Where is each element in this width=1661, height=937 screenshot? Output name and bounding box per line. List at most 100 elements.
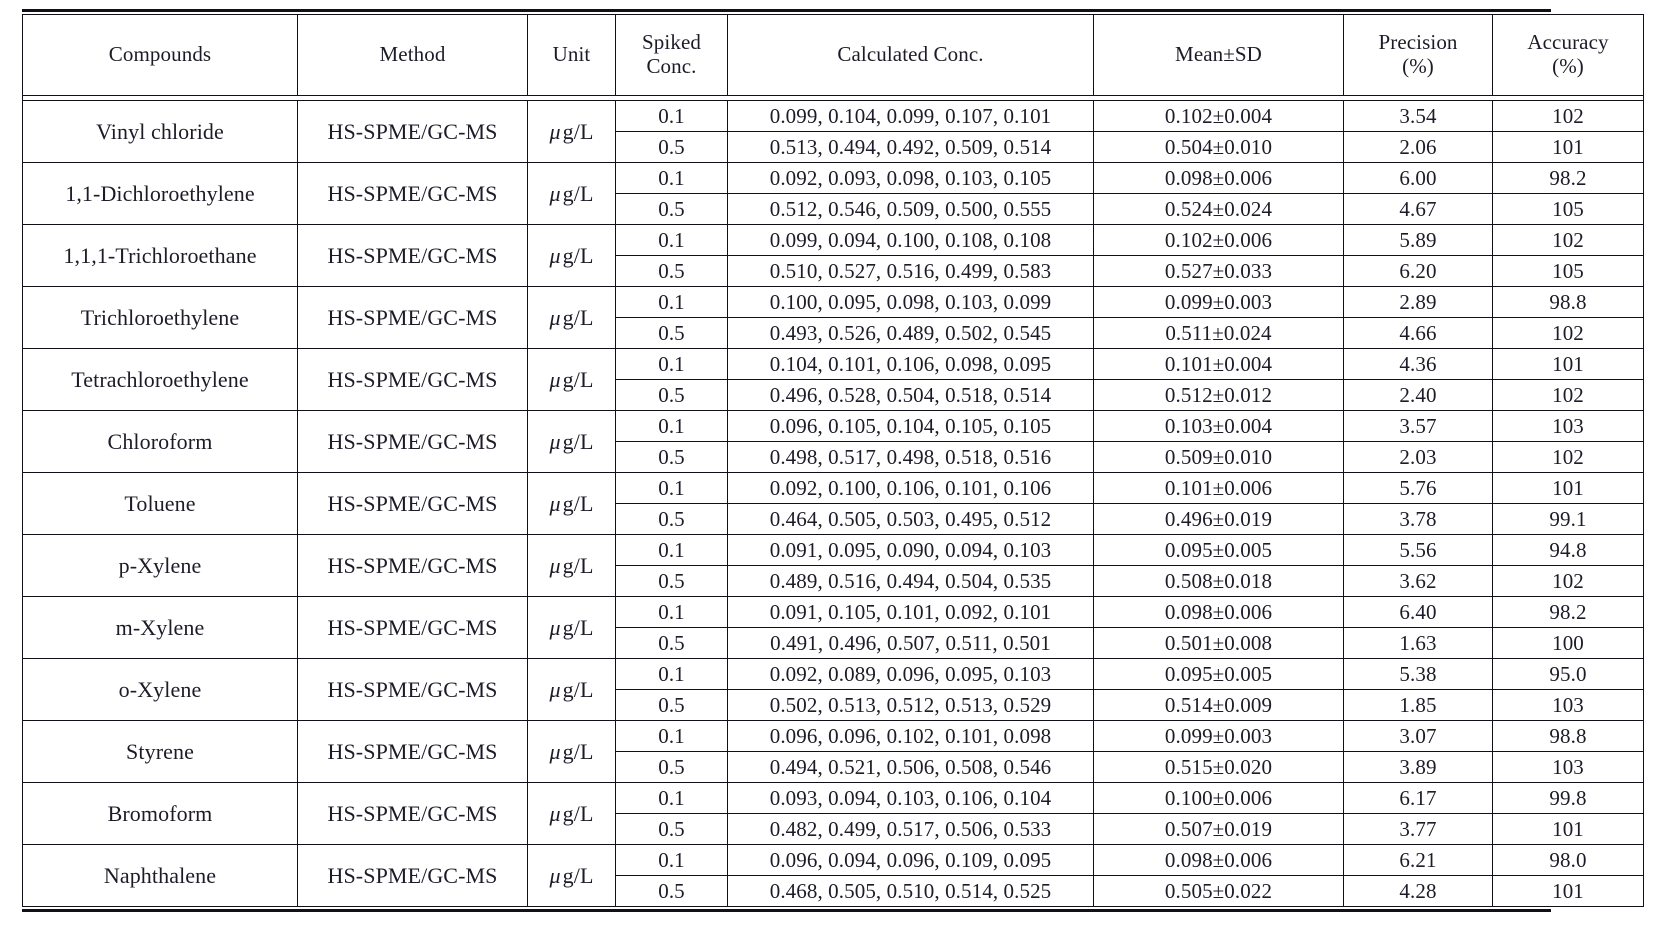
cell-mean-sd: 0.527±0.033 bbox=[1093, 255, 1344, 287]
column-header-calculated-conc-label: Calculated Conc. bbox=[837, 42, 984, 67]
table-row: 1,1,1-Trichloroethane HS-SPME/GC-MS μg/L 0.… bbox=[22, 224, 1644, 287]
cell-unit-value: g/L bbox=[562, 242, 594, 268]
cell-compound: Naphthalene bbox=[22, 844, 298, 907]
cell-unit-value: g/L bbox=[562, 428, 594, 454]
cell-mean-sd: 0.512±0.012 bbox=[1093, 379, 1344, 411]
cell-precision: 3.54 bbox=[1343, 100, 1493, 132]
column-header-compounds: Compounds bbox=[22, 14, 298, 96]
micro-symbol-icon: μ bbox=[549, 552, 561, 578]
cell-accuracy: 98.2 bbox=[1492, 162, 1644, 194]
cell-spiked-conc: 0.5 bbox=[615, 627, 728, 659]
table-row: p-Xylene HS-SPME/GC-MS μg/L 0.1 0.091, 0.095… bbox=[22, 534, 1644, 597]
table-body: Vinyl chloride HS-SPME/GC-MS μg/L 0.1 0.099,… bbox=[22, 100, 1644, 907]
cell-spiked-conc: 0.5 bbox=[615, 255, 728, 287]
cell-precision: 3.89 bbox=[1343, 751, 1493, 783]
cell-calculated-conc: 0.491, 0.496, 0.507, 0.511, 0.501 bbox=[727, 627, 1094, 659]
cell-spiked-conc: 0.5 bbox=[615, 317, 728, 349]
cell-unit-value: g/L bbox=[562, 180, 594, 206]
cell-spiked-conc: 0.5 bbox=[615, 441, 728, 473]
cell-unit: μg/L bbox=[527, 658, 616, 721]
cell-calculated-conc: 0.489, 0.516, 0.494, 0.504, 0.535 bbox=[727, 565, 1094, 597]
cell-calculated-conc: 0.498, 0.517, 0.498, 0.518, 0.516 bbox=[727, 441, 1094, 473]
cell-accuracy: 99.1 bbox=[1492, 503, 1644, 535]
table-outer-rule: Compounds Method Unit Spiked Conc. Calcu… bbox=[22, 9, 1644, 912]
cell-mean-sd: 0.099±0.003 bbox=[1093, 720, 1344, 752]
cell-unit: μg/L bbox=[527, 224, 616, 287]
cell-precision: 1.63 bbox=[1343, 627, 1493, 659]
cell-mean-sd: 0.524±0.024 bbox=[1093, 193, 1344, 225]
cell-unit-value: g/L bbox=[562, 676, 594, 702]
cell-calculated-conc: 0.100, 0.095, 0.098, 0.103, 0.099 bbox=[727, 286, 1094, 318]
micro-symbol-icon: μ bbox=[549, 738, 561, 764]
cell-method: HS-SPME/GC-MS bbox=[297, 410, 528, 473]
cell-precision: 1.85 bbox=[1343, 689, 1493, 721]
cell-precision: 6.00 bbox=[1343, 162, 1493, 194]
cell-unit-value: g/L bbox=[562, 490, 594, 516]
cell-mean-sd: 0.101±0.004 bbox=[1093, 348, 1344, 380]
cell-method: HS-SPME/GC-MS bbox=[297, 782, 528, 845]
cell-spiked-conc: 0.1 bbox=[615, 658, 728, 690]
cell-precision: 2.89 bbox=[1343, 286, 1493, 318]
cell-calculated-conc: 0.513, 0.494, 0.492, 0.509, 0.514 bbox=[727, 131, 1094, 163]
cell-calculated-conc: 0.464, 0.505, 0.503, 0.495, 0.512 bbox=[727, 503, 1094, 535]
cell-accuracy: 103 bbox=[1492, 689, 1644, 721]
cell-mean-sd: 0.098±0.006 bbox=[1093, 596, 1344, 628]
micro-symbol-icon: μ bbox=[549, 490, 561, 516]
cell-spiked-conc: 0.5 bbox=[615, 131, 728, 163]
cell-precision: 5.38 bbox=[1343, 658, 1493, 690]
validation-results-table: Compounds Method Unit Spiked Conc. Calcu… bbox=[22, 14, 1644, 907]
cell-mean-sd: 0.507±0.019 bbox=[1093, 813, 1344, 845]
column-header-accuracy: Accuracy (%) bbox=[1492, 14, 1644, 96]
column-header-unit: Unit bbox=[527, 14, 616, 96]
cell-unit-value: g/L bbox=[562, 366, 594, 392]
column-header-precision-label: Precision bbox=[1378, 30, 1458, 55]
cell-spiked-conc: 0.1 bbox=[615, 348, 728, 380]
cell-accuracy: 102 bbox=[1492, 100, 1644, 132]
cell-accuracy: 102 bbox=[1492, 379, 1644, 411]
cell-unit-value: g/L bbox=[562, 862, 594, 888]
cell-unit: μg/L bbox=[527, 286, 616, 349]
column-header-spiked-conc-sublabel: Conc. bbox=[646, 54, 697, 78]
cell-mean-sd: 0.095±0.005 bbox=[1093, 658, 1344, 690]
cell-compound: p-Xylene bbox=[22, 534, 298, 597]
cell-precision: 3.07 bbox=[1343, 720, 1493, 752]
cell-method: HS-SPME/GC-MS bbox=[297, 286, 528, 349]
column-header-precision-sublabel: (%) bbox=[1402, 54, 1434, 78]
cell-mean-sd: 0.514±0.009 bbox=[1093, 689, 1344, 721]
cell-accuracy: 98.0 bbox=[1492, 844, 1644, 876]
cell-compound: Bromoform bbox=[22, 782, 298, 845]
cell-mean-sd: 0.102±0.006 bbox=[1093, 224, 1344, 256]
cell-accuracy: 105 bbox=[1492, 255, 1644, 287]
cell-spiked-conc: 0.5 bbox=[615, 565, 728, 597]
cell-method: HS-SPME/GC-MS bbox=[297, 720, 528, 783]
cell-precision: 2.06 bbox=[1343, 131, 1493, 163]
micro-symbol-icon: μ bbox=[549, 242, 561, 268]
cell-unit: μg/L bbox=[527, 348, 616, 411]
cell-method: HS-SPME/GC-MS bbox=[297, 534, 528, 597]
cell-unit: μg/L bbox=[527, 844, 616, 907]
cell-compound: 1,1,1-Trichloroethane bbox=[22, 224, 298, 287]
cell-accuracy: 98.2 bbox=[1492, 596, 1644, 628]
cell-accuracy: 101 bbox=[1492, 131, 1644, 163]
cell-accuracy: 102 bbox=[1492, 317, 1644, 349]
cell-accuracy: 101 bbox=[1492, 813, 1644, 845]
table-row: m-Xylene HS-SPME/GC-MS μg/L 0.1 0.091, 0.105… bbox=[22, 596, 1644, 659]
cell-compound: Styrene bbox=[22, 720, 298, 783]
cell-precision: 2.40 bbox=[1343, 379, 1493, 411]
micro-symbol-icon: μ bbox=[549, 366, 561, 392]
cell-precision: 4.28 bbox=[1343, 875, 1493, 907]
cell-mean-sd: 0.100±0.006 bbox=[1093, 782, 1344, 814]
cell-unit: μg/L bbox=[527, 720, 616, 783]
micro-symbol-icon: μ bbox=[549, 118, 561, 144]
cell-compound: Trichloroethylene bbox=[22, 286, 298, 349]
table-row: Naphthalene HS-SPME/GC-MS μg/L 0.1 0.096, 0.… bbox=[22, 844, 1644, 907]
cell-accuracy: 103 bbox=[1492, 410, 1644, 442]
column-header-mean-sd: Mean±SD bbox=[1093, 14, 1344, 96]
cell-calculated-conc: 0.512, 0.546, 0.509, 0.500, 0.555 bbox=[727, 193, 1094, 225]
column-header-unit-label: Unit bbox=[552, 42, 591, 67]
cell-method: HS-SPME/GC-MS bbox=[297, 224, 528, 287]
cell-unit: μg/L bbox=[527, 100, 616, 163]
cell-calculated-conc: 0.096, 0.105, 0.104, 0.105, 0.105 bbox=[727, 410, 1094, 442]
cell-accuracy: 101 bbox=[1492, 875, 1644, 907]
cell-spiked-conc: 0.1 bbox=[615, 410, 728, 442]
